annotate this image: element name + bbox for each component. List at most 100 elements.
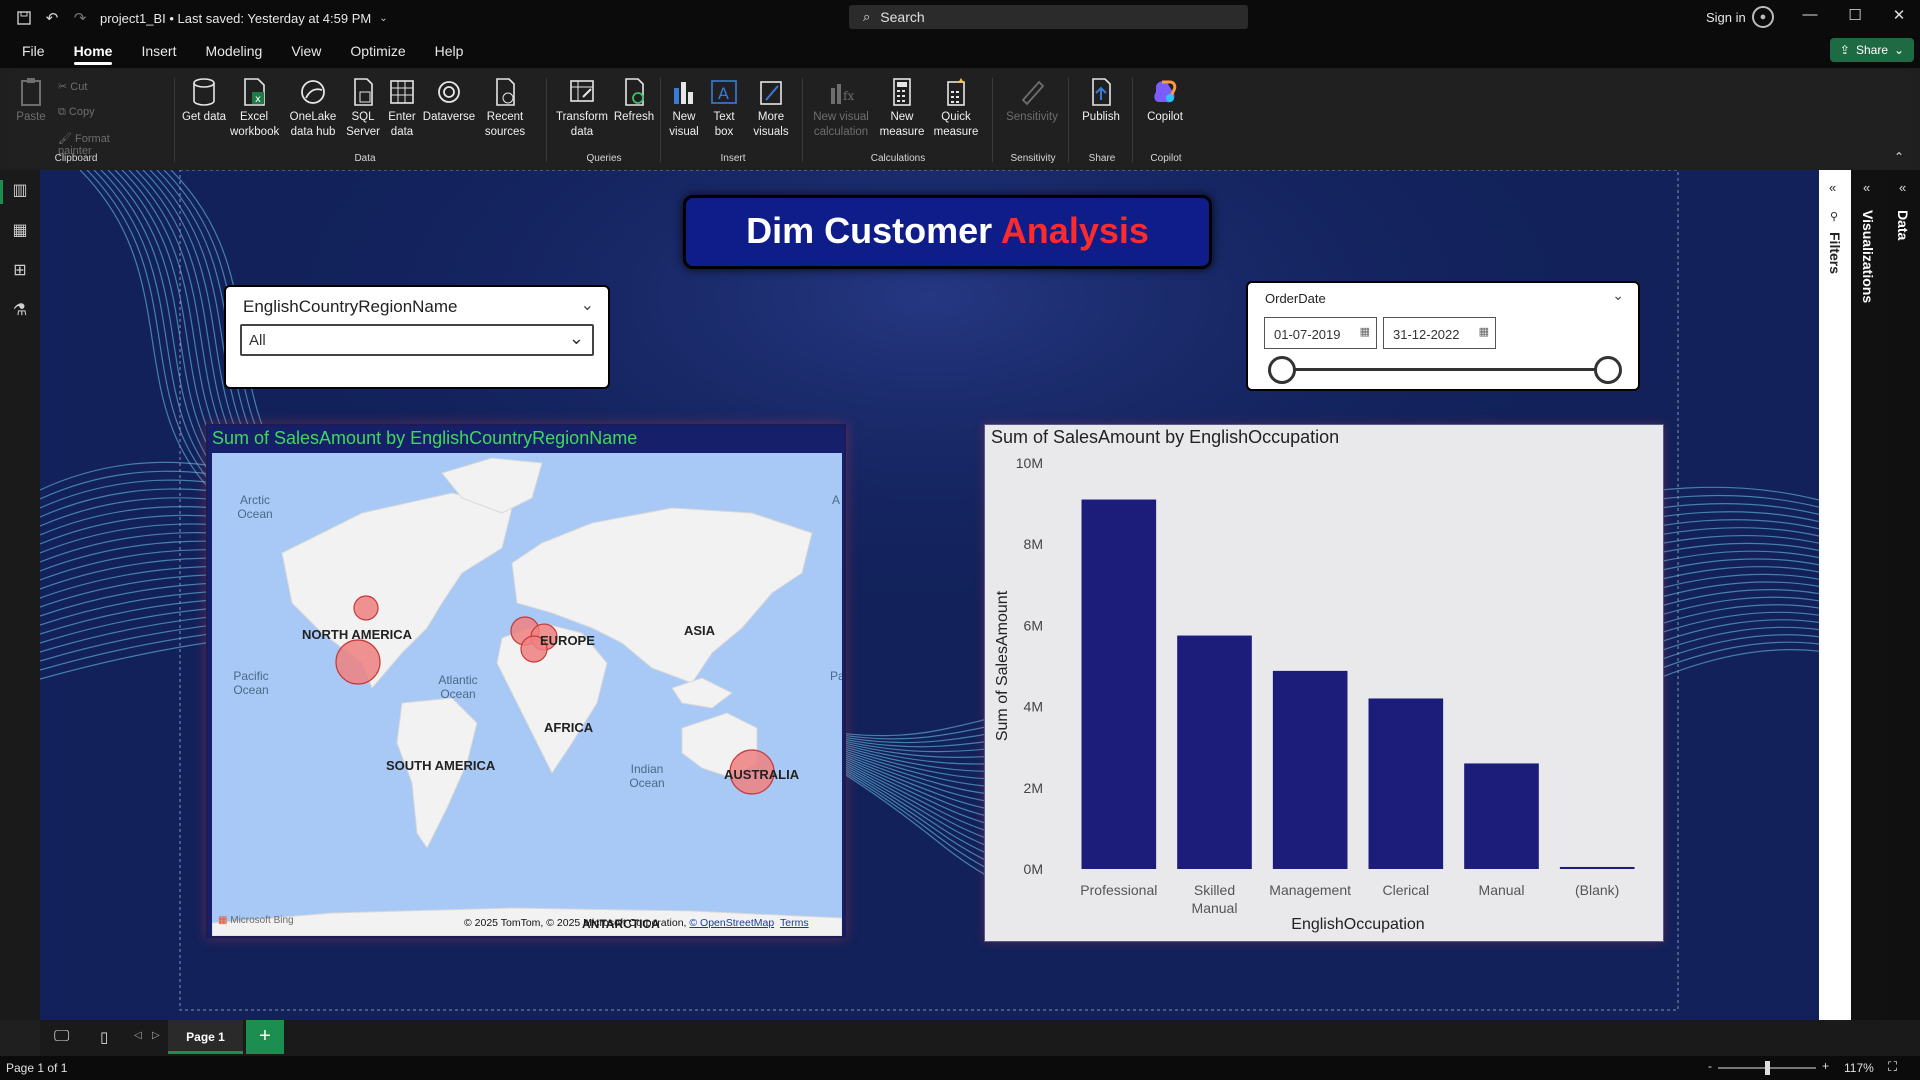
copy-button[interactable]: ⧉ Copy [58, 106, 95, 119]
fit-to-page-icon[interactable]: ⛶ [1888, 1059, 1897, 1075]
bar-professional[interactable] [1081, 499, 1157, 869]
report-title-card[interactable]: Dim Customer Analysis [683, 195, 1212, 269]
new-visual-calculation-button[interactable]: fx New visual calculation [808, 76, 874, 140]
model-view-icon[interactable]: ⊞ [10, 260, 30, 280]
group-label-queries: Queries [586, 153, 622, 164]
bar-skilled-manual[interactable] [1177, 635, 1252, 869]
more-visuals-button[interactable]: More visuals [746, 76, 796, 140]
avatar[interactable]: ● [1752, 6, 1774, 28]
expand-icon[interactable]: « [1863, 180, 1870, 195]
cut-button[interactable]: ✂ Cut [58, 80, 87, 93]
map-visual[interactable]: Sum of SalesAmount by EnglishCountryRegi… [206, 424, 846, 938]
chevron-down-icon[interactable]: ⌄ [581, 295, 594, 315]
mobile-layout-icon[interactable]: ▯ [100, 1028, 108, 1046]
zoom-slider-thumb[interactable] [1765, 1061, 1770, 1075]
calendar-icon[interactable]: ▦ [1479, 325, 1489, 338]
excel-workbook-button[interactable]: x Excel workbook [230, 76, 279, 140]
map-label-indian-ocean: Indian Ocean [629, 762, 665, 790]
refresh-button[interactable]: Refresh [610, 76, 658, 125]
report-title-accent: Analysis [1000, 210, 1149, 251]
sql-label: SQL Server [346, 111, 380, 138]
next-page-icon[interactable]: ▷ [152, 1030, 160, 1041]
page-tab-1[interactable]: Page 1 [168, 1020, 243, 1054]
share-button[interactable]: ⇪ Share ⌄ [1830, 38, 1914, 62]
menu-view[interactable]: View [291, 36, 321, 68]
ribbon-divider [546, 78, 547, 162]
undo-icon[interactable]: ↶ [38, 4, 66, 32]
bubble-united-states[interactable] [335, 639, 381, 685]
quick-measure-button[interactable]: Quick measure [930, 76, 982, 140]
osm-link[interactable]: © OpenStreetMap [689, 917, 774, 929]
table-view-icon[interactable]: ▦ [10, 220, 30, 240]
sql-server-button[interactable]: SQL Server [344, 76, 382, 140]
occupation-bar-chart[interactable]: Sum of SalesAmount by EnglishOccupation … [984, 424, 1664, 942]
visualizations-pane-label: Visualizations [1860, 210, 1876, 304]
dataverse-icon [434, 76, 464, 108]
maximize-button[interactable]: ☐ [1840, 6, 1870, 28]
collapse-ribbon-icon[interactable]: ⌃ [1894, 150, 1904, 164]
map-area[interactable]: Arctic Ocean NORTH AMERICA EUROPE ASIA P… [212, 453, 842, 936]
calendar-icon[interactable]: ▦ [1360, 325, 1370, 338]
redo-icon[interactable]: ↷ [66, 4, 94, 32]
country-slicer[interactable]: EnglishCountryRegionName ⌄ All ⌄ [224, 285, 610, 389]
start-date-input[interactable]: 01-07-2019 ▦ [1264, 317, 1377, 349]
date-slicer[interactable]: OrderDate ⌄ 01-07-2019 ▦ 31-12-2022 ▦ [1246, 281, 1640, 391]
country-dropdown[interactable]: All ⌄ [240, 324, 594, 356]
menu-home[interactable]: Home [73, 36, 112, 68]
chevron-down-icon[interactable]: ⌄ [379, 13, 387, 24]
expand-icon[interactable]: « [1899, 180, 1906, 195]
copilot-button[interactable]: Copilot [1140, 76, 1190, 125]
menu-optimize[interactable]: Optimize [350, 36, 405, 68]
copilot-label: Copilot [1147, 111, 1183, 123]
new-measure-button[interactable]: New measure [876, 76, 928, 140]
map-label-asia: ASIA [684, 623, 716, 638]
paste-button[interactable]: Paste [14, 76, 48, 125]
ribbon-group-sensitivity: Sensitivity Sensitivity [998, 70, 1068, 168]
add-page-button[interactable]: + [246, 1020, 284, 1054]
range-end-handle[interactable] [1594, 356, 1622, 384]
minimize-button[interactable]: — [1795, 6, 1825, 28]
visualizations-pane-collapsed[interactable]: « Visualizations [1851, 170, 1887, 1020]
sign-in-link[interactable]: Sign in [1706, 10, 1746, 25]
zoom-in-button[interactable]: + [1822, 1059, 1829, 1073]
bar-blank[interactable] [1559, 866, 1635, 869]
enter-data-button[interactable]: Enter data [384, 76, 420, 140]
previous-page-icon[interactable]: ◁ [134, 1030, 142, 1041]
sensitivity-button[interactable]: Sensitivity [1002, 76, 1062, 125]
close-button[interactable]: ✕ [1884, 6, 1914, 28]
menu-help[interactable]: Help [435, 36, 464, 68]
end-date-input[interactable]: 31-12-2022 ▦ [1383, 317, 1496, 349]
report-canvas[interactable]: Dim Customer Analysis EnglishCountryRegi… [40, 170, 1819, 1020]
expand-icon[interactable]: « [1829, 180, 1836, 195]
dataverse-label: Dataverse [422, 111, 476, 123]
save-icon[interactable] [10, 4, 38, 32]
text-box-button[interactable]: A Text box [704, 76, 744, 140]
ribbon-group-calculations: fx New visual calculation New measure Qu… [808, 70, 988, 168]
dax-query-view-icon[interactable]: ⚗ [10, 300, 30, 320]
recent-sources-button[interactable]: Recent sources [478, 76, 532, 140]
ribbon-divider [660, 78, 661, 162]
range-start-handle[interactable] [1268, 356, 1296, 384]
dataverse-button[interactable]: Dataverse [422, 76, 476, 125]
paste-icon [16, 76, 46, 108]
zoom-out-button[interactable]: - [1708, 1059, 1712, 1073]
bar-manual[interactable] [1464, 763, 1539, 869]
menu-insert[interactable]: Insert [141, 36, 176, 68]
menu-modeling[interactable]: Modeling [205, 36, 262, 68]
get-data-button[interactable]: Get data [180, 76, 228, 125]
bar-management[interactable] [1272, 670, 1348, 869]
search-box[interactable]: ⌕ Search [849, 5, 1248, 29]
chevron-down-icon[interactable]: ⌄ [1612, 287, 1624, 304]
transform-data-button[interactable]: Transform data [554, 76, 610, 140]
terms-link[interactable]: Terms [780, 917, 809, 929]
bar-clerical[interactable] [1368, 698, 1444, 869]
data-pane-collapsed[interactable]: « Data [1887, 170, 1920, 1020]
new-visual-button[interactable]: New visual [664, 76, 704, 140]
publish-button[interactable]: Publish [1076, 76, 1126, 125]
filters-pane-collapsed[interactable]: « ⚲ Filters [1819, 170, 1851, 1020]
desktop-layout-icon[interactable]: 🖵 [54, 1028, 69, 1046]
bubble-canada[interactable] [353, 595, 379, 621]
menu-file[interactable]: File [22, 36, 45, 68]
onelake-button[interactable]: OneLake data hub [284, 76, 342, 140]
report-view-icon[interactable]: ▥ [10, 180, 30, 200]
